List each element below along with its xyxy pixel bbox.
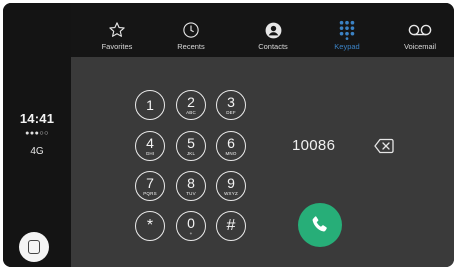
tab-label: Contacts [258,42,288,51]
clock-icon [179,20,203,40]
status-sidebar: 14:41 ●●●○○ 4G [3,3,71,267]
key-8[interactable]: 8 TUV [176,171,206,201]
key-letters: ABC [186,110,196,115]
key-star[interactable]: * [135,211,165,241]
key-digit: 5 [187,135,195,151]
key-letters: MNO [225,151,237,156]
tab-label: Favorites [101,42,133,51]
tab-label: Keypad [334,42,360,51]
key-letters: + [189,231,193,236]
key-1[interactable]: 1 [135,90,165,120]
key-digit: 9 [227,175,235,191]
contacts-icon [261,20,285,40]
tab-contacts[interactable]: Contacts [238,3,308,57]
tab-keypad[interactable]: Keypad [312,3,382,57]
key-3[interactable]: 3 DEF [216,90,246,120]
star-icon [105,20,129,40]
key-7[interactable]: 7 PQRS [135,171,165,201]
tab-recents[interactable]: Recents [156,3,226,57]
key-hash[interactable]: # [216,211,246,241]
key-digit: 8 [187,175,195,191]
dialed-number: 10086 [292,137,336,154]
key-2[interactable]: 2 ABC [176,90,206,120]
call-button[interactable] [298,203,342,247]
keypad-screen: 1 2 ABC 3 DEF 4 GHI 5 JKL 6 MNO 7 PQRS 8… [71,57,454,267]
key-letters: WXYZ [224,191,238,196]
key-9[interactable]: 9 WXYZ [216,171,246,201]
tab-voicemail[interactable]: Voicemail [385,3,454,57]
signal-strength: ●●●○○ [25,130,49,137]
key-4[interactable]: 4 GHI [135,131,165,161]
key-digit: 1 [146,97,154,113]
key-digit: 0 [187,215,195,231]
network-type: 4G [30,146,44,157]
voicemail-icon [408,20,432,40]
home-icon [28,240,40,254]
keypad-icon [335,20,359,40]
key-6[interactable]: 6 MNO [216,131,246,161]
tab-favorites[interactable]: Favorites [82,3,152,57]
key-digit: 7 [146,175,154,191]
key-letters: JKL [186,151,196,156]
tab-label: Recents [177,42,205,51]
key-letters: PQRS [143,191,157,196]
carplay-screen: 14:41 ●●●○○ 4G Favorites Recents Contact… [3,3,454,267]
key-0[interactable]: 0 + [176,211,206,241]
tab-bar: Favorites Recents Contacts Keypad Voicem… [71,3,454,57]
home-button[interactable] [19,232,49,262]
key-5[interactable]: 5 JKL [176,131,206,161]
delete-icon[interactable] [374,138,394,154]
key-digit: 4 [146,135,154,151]
key-letters: GHI [145,151,155,156]
tab-label: Voicemail [403,42,437,51]
phone-icon [309,214,331,236]
key-letters: DEF [226,110,236,115]
key-digit: 2 [187,94,195,110]
key-digit: 6 [227,135,235,151]
status-time: 14:41 [19,111,55,126]
key-digit: * [146,217,154,234]
key-letters: TUV [186,191,196,196]
key-digit: 3 [227,94,235,110]
key-digit: # [226,217,236,234]
